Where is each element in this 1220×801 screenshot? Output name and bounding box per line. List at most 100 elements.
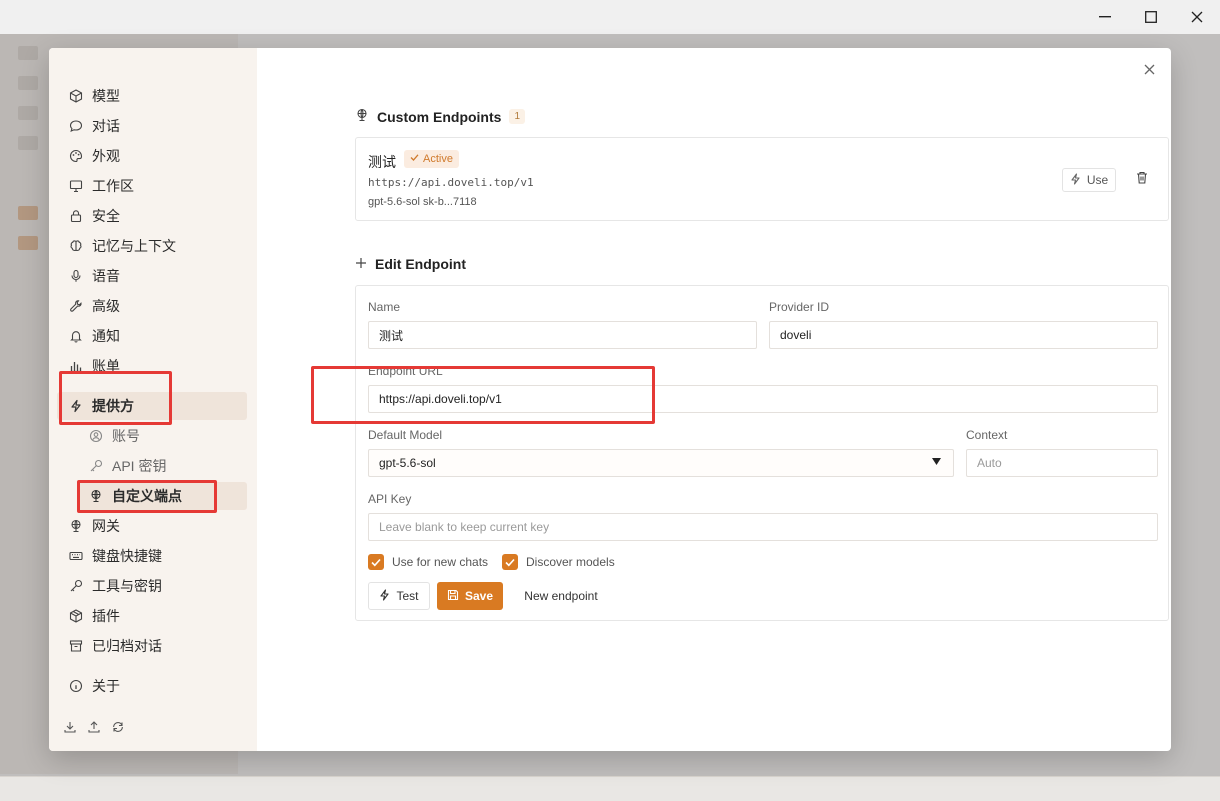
nav-item-appearance[interactable]: 外观 xyxy=(57,142,247,170)
nav-item-gateway[interactable]: 网关 xyxy=(57,512,247,540)
nav-item-label: 工具与密钥 xyxy=(92,578,162,594)
nav-item-providers[interactable]: 提供方 xyxy=(57,392,247,420)
download-icon[interactable] xyxy=(63,720,77,734)
palette-icon xyxy=(68,148,84,164)
info-icon xyxy=(68,678,84,694)
bar-chart-icon xyxy=(68,358,84,374)
lightning-icon xyxy=(68,398,84,414)
monitor-icon xyxy=(68,178,84,194)
nav-item-voice[interactable]: 语音 xyxy=(57,262,247,290)
nav-item-label: 模型 xyxy=(92,88,120,104)
maximize-button[interactable] xyxy=(1128,4,1174,30)
window-close-button[interactable] xyxy=(1174,4,1220,30)
default-model-value: gpt-5.6-sol xyxy=(379,456,436,470)
use-endpoint-button[interactable]: Use xyxy=(1062,168,1116,192)
nav-item-custom-endpoints[interactable]: 自定义端点 xyxy=(77,482,247,510)
check-icon xyxy=(410,153,419,165)
nav-footer xyxy=(63,720,125,734)
discover-models-checkbox[interactable]: Discover models xyxy=(502,554,615,570)
api-key-input[interactable]: Leave blank to keep current key xyxy=(368,513,1158,541)
wrench-icon xyxy=(68,298,84,314)
delete-endpoint-button[interactable] xyxy=(1134,171,1150,189)
nav-item-advanced[interactable]: 高级 xyxy=(57,292,247,320)
nav-item-label: 关于 xyxy=(92,678,120,694)
refresh-icon[interactable] xyxy=(111,720,125,734)
context-input[interactable]: Auto xyxy=(966,449,1158,477)
user-circle-icon xyxy=(88,428,104,444)
status-badge: Active xyxy=(404,150,459,168)
cube-icon xyxy=(68,88,84,104)
provider-id-input[interactable]: doveli xyxy=(769,321,1158,349)
nav-item-label: 外观 xyxy=(92,148,120,164)
nav-item-tools-keys[interactable]: 工具与密钥 xyxy=(57,572,247,600)
nav-item-label: 账号 xyxy=(112,428,140,444)
section-title: Edit Endpoint xyxy=(375,256,466,272)
edit-endpoint-form: Name 测试 Provider ID doveli Endpoint URL … xyxy=(355,285,1169,621)
microphone-icon xyxy=(68,268,84,284)
test-button[interactable]: Test xyxy=(368,582,430,610)
use-for-new-chats-checkbox[interactable]: Use for new chats xyxy=(368,554,488,570)
name-input[interactable]: 测试 xyxy=(368,321,757,349)
settings-nav: 模型 对话 外观 工作区 安全 记忆与上下文 语音 高级 通知 账单 提供方 账… xyxy=(49,48,257,751)
nav-item-billing[interactable]: 账单 xyxy=(57,352,247,380)
nav-item-archived-chats[interactable]: 已归档对话 xyxy=(57,632,247,660)
endpoint-card[interactable]: 测试 Active https://api.doveli.top/v1 gpt-… xyxy=(355,137,1169,221)
nav-item-account[interactable]: 账号 xyxy=(57,422,247,450)
save-icon xyxy=(447,589,459,604)
key-icon xyxy=(68,578,84,594)
name-label: Name xyxy=(368,300,401,314)
nav-item-label: 高级 xyxy=(92,298,120,314)
minimize-button[interactable] xyxy=(1082,4,1128,30)
settings-modal: 模型 对话 外观 工作区 安全 记忆与上下文 语音 高级 通知 账单 提供方 账… xyxy=(49,48,1171,751)
nav-item-security[interactable]: 安全 xyxy=(57,202,247,230)
endpoint-url: https://api.doveli.top/v1 xyxy=(368,176,534,189)
nav-item-plugins[interactable]: 插件 xyxy=(57,602,247,630)
nav-item-models[interactable]: 模型 xyxy=(57,82,247,110)
nav-item-api-keys[interactable]: API 密钥 xyxy=(57,452,247,480)
nav-item-keyboard-shortcuts[interactable]: 键盘快捷键 xyxy=(57,542,247,570)
nav-item-label: 已归档对话 xyxy=(92,638,162,654)
globe-icon xyxy=(68,518,84,534)
lightning-icon xyxy=(379,588,390,604)
plus-icon xyxy=(355,256,367,272)
new-endpoint-button[interactable]: New endpoint xyxy=(516,582,606,610)
nav-item-conversations[interactable]: 对话 xyxy=(57,112,247,140)
nav-item-about[interactable]: 关于 xyxy=(57,672,247,700)
trash-icon xyxy=(1136,171,1148,189)
nav-item-memory[interactable]: 记忆与上下文 xyxy=(57,232,247,260)
nav-item-label: 通知 xyxy=(92,328,120,344)
nav-item-label: 工作区 xyxy=(92,178,134,194)
window-titlebar xyxy=(0,0,1220,34)
provider-id-label: Provider ID xyxy=(769,300,830,314)
nav-item-label: 键盘快捷键 xyxy=(92,548,162,564)
checkbox-checked-icon xyxy=(368,554,384,570)
nav-item-workspace[interactable]: 工作区 xyxy=(57,172,247,200)
nav-item-label: 自定义端点 xyxy=(112,488,182,504)
nav-item-label: 提供方 xyxy=(92,398,134,414)
archive-icon xyxy=(68,638,84,654)
upload-icon[interactable] xyxy=(87,720,101,734)
checkbox-checked-icon xyxy=(502,554,518,570)
save-button[interactable]: Save xyxy=(437,582,503,610)
endpoint-url-input[interactable]: https://api.doveli.top/v1 xyxy=(368,385,1158,413)
package-icon xyxy=(68,608,84,624)
nav-item-label: 记忆与上下文 xyxy=(92,238,176,254)
lock-icon xyxy=(68,208,84,224)
brain-icon xyxy=(68,238,84,254)
default-model-select[interactable]: gpt-5.6-sol xyxy=(368,449,954,477)
custom-endpoints-header: Custom Endpoints 1 xyxy=(355,108,525,125)
nav-item-label: 插件 xyxy=(92,608,120,624)
edit-endpoint-header: Edit Endpoint xyxy=(355,256,466,272)
status-bar xyxy=(0,776,1220,801)
nav-item-label: API 密钥 xyxy=(112,458,167,474)
nav-item-notifications[interactable]: 通知 xyxy=(57,322,247,350)
api-key-label: API Key xyxy=(368,492,412,506)
key-icon xyxy=(88,458,104,474)
context-label: Context xyxy=(966,428,1008,442)
endpoint-url-label: Endpoint URL xyxy=(368,364,443,378)
nav-item-label: 账单 xyxy=(92,358,120,374)
dropdown-arrow-icon xyxy=(932,458,941,469)
settings-content: Custom Endpoints 1 测试 Active https://api… xyxy=(307,48,1171,751)
section-title: Custom Endpoints xyxy=(377,108,502,125)
nav-item-label: 语音 xyxy=(92,268,120,284)
